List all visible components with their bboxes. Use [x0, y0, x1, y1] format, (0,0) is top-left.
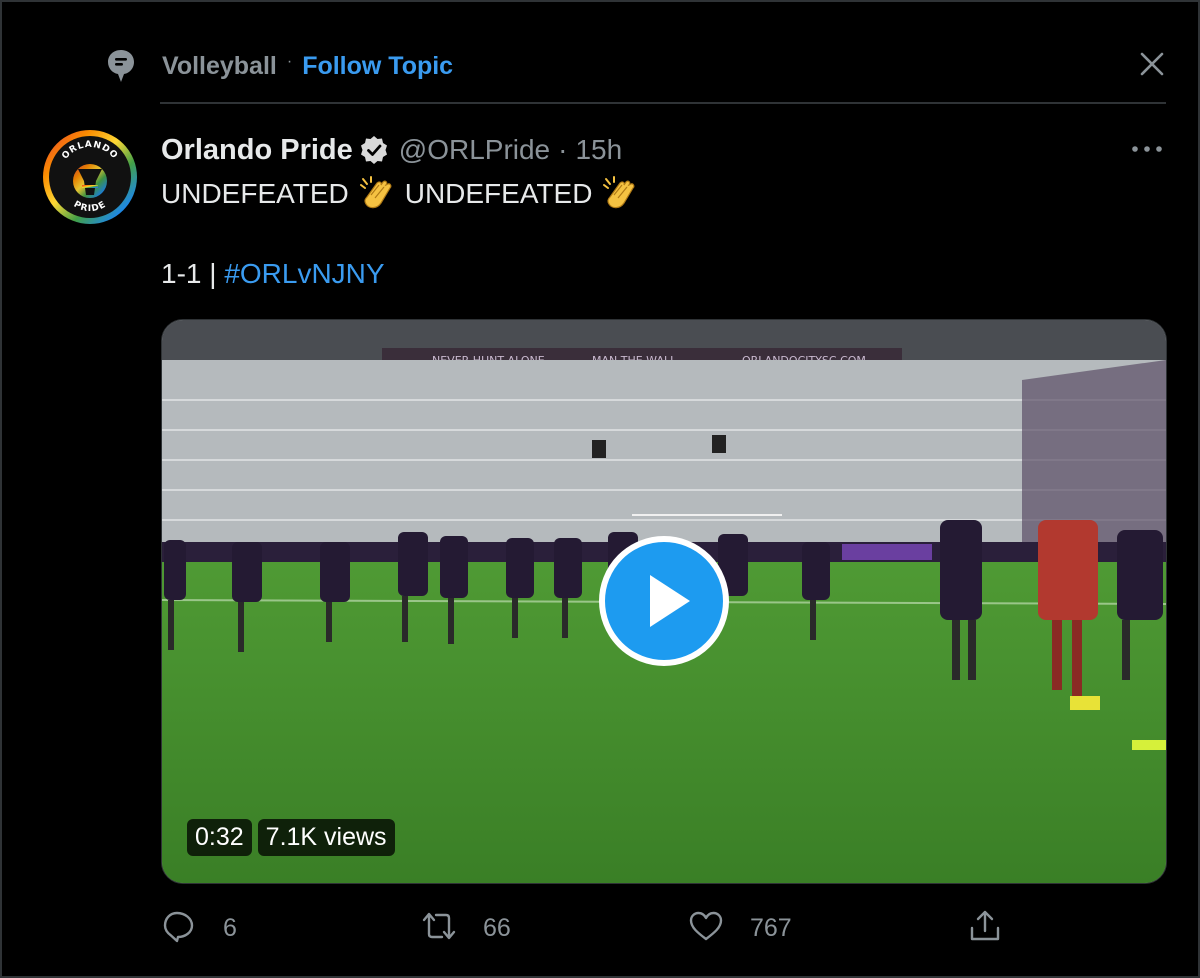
tweet-text-line-1: UNDEFEATED UNDEFEATED [161, 174, 648, 214]
like-icon [688, 908, 724, 949]
divider [160, 102, 1166, 104]
tweet-text-line-2: 1-1 | #ORLvNJNY [161, 254, 385, 294]
retweet-button[interactable]: 66 [421, 906, 511, 950]
share-icon [967, 908, 1003, 949]
topic-icon [106, 48, 136, 84]
retweet-count: 66 [483, 913, 511, 942]
topic-separator: · [286, 53, 293, 70]
video-badges: 0:32 7.1K views [187, 819, 395, 856]
share-button[interactable] [967, 906, 1003, 950]
hashtag-link[interactable]: #ORLvNJNY [224, 258, 384, 290]
close-icon[interactable] [1136, 48, 1168, 80]
like-button[interactable]: 767 [688, 906, 792, 950]
video-player[interactable]: NEVER HUNT ALONE MAN THE WALL ORLANDOCIT… [161, 319, 1167, 884]
tweet-text-undefeated-2: UNDEFEATED [404, 178, 593, 209]
tweet-card: Volleyball · Follow Topic ORLANDO PRIDE … [0, 0, 1200, 978]
reply-count: 6 [223, 913, 237, 942]
follow-topic-button[interactable]: Follow Topic [302, 52, 453, 81]
reply-icon [161, 908, 197, 949]
avatar[interactable]: ORLANDO PRIDE [42, 129, 138, 225]
verified-badge-icon [359, 135, 389, 165]
score-text: 1-1 | [161, 258, 225, 289]
action-bar: 6 66 767 [161, 906, 1171, 950]
header-separator: · [558, 134, 568, 165]
reply-button[interactable]: 6 [161, 906, 237, 950]
topic-row: Volleyball · Follow Topic [106, 48, 453, 84]
topic-name[interactable]: Volleyball [162, 52, 277, 81]
handle[interactable]: @ORLPride [399, 134, 550, 166]
play-icon[interactable] [598, 535, 730, 667]
display-name[interactable]: Orlando Pride [161, 134, 353, 167]
clap-emoji-icon [357, 175, 397, 213]
timestamp[interactable]: 15h [575, 134, 622, 166]
video-views: 7.1K views [257, 819, 395, 856]
like-count: 767 [750, 913, 792, 942]
clap-emoji-icon [600, 175, 640, 213]
tweet-header: Orlando Pride @ORLPride · 15h [161, 130, 622, 170]
retweet-icon [421, 908, 457, 949]
tweet-text-undefeated-1: UNDEFEATED [161, 178, 349, 209]
video-duration: 0:32 [187, 819, 252, 856]
more-icon[interactable] [1130, 138, 1164, 160]
